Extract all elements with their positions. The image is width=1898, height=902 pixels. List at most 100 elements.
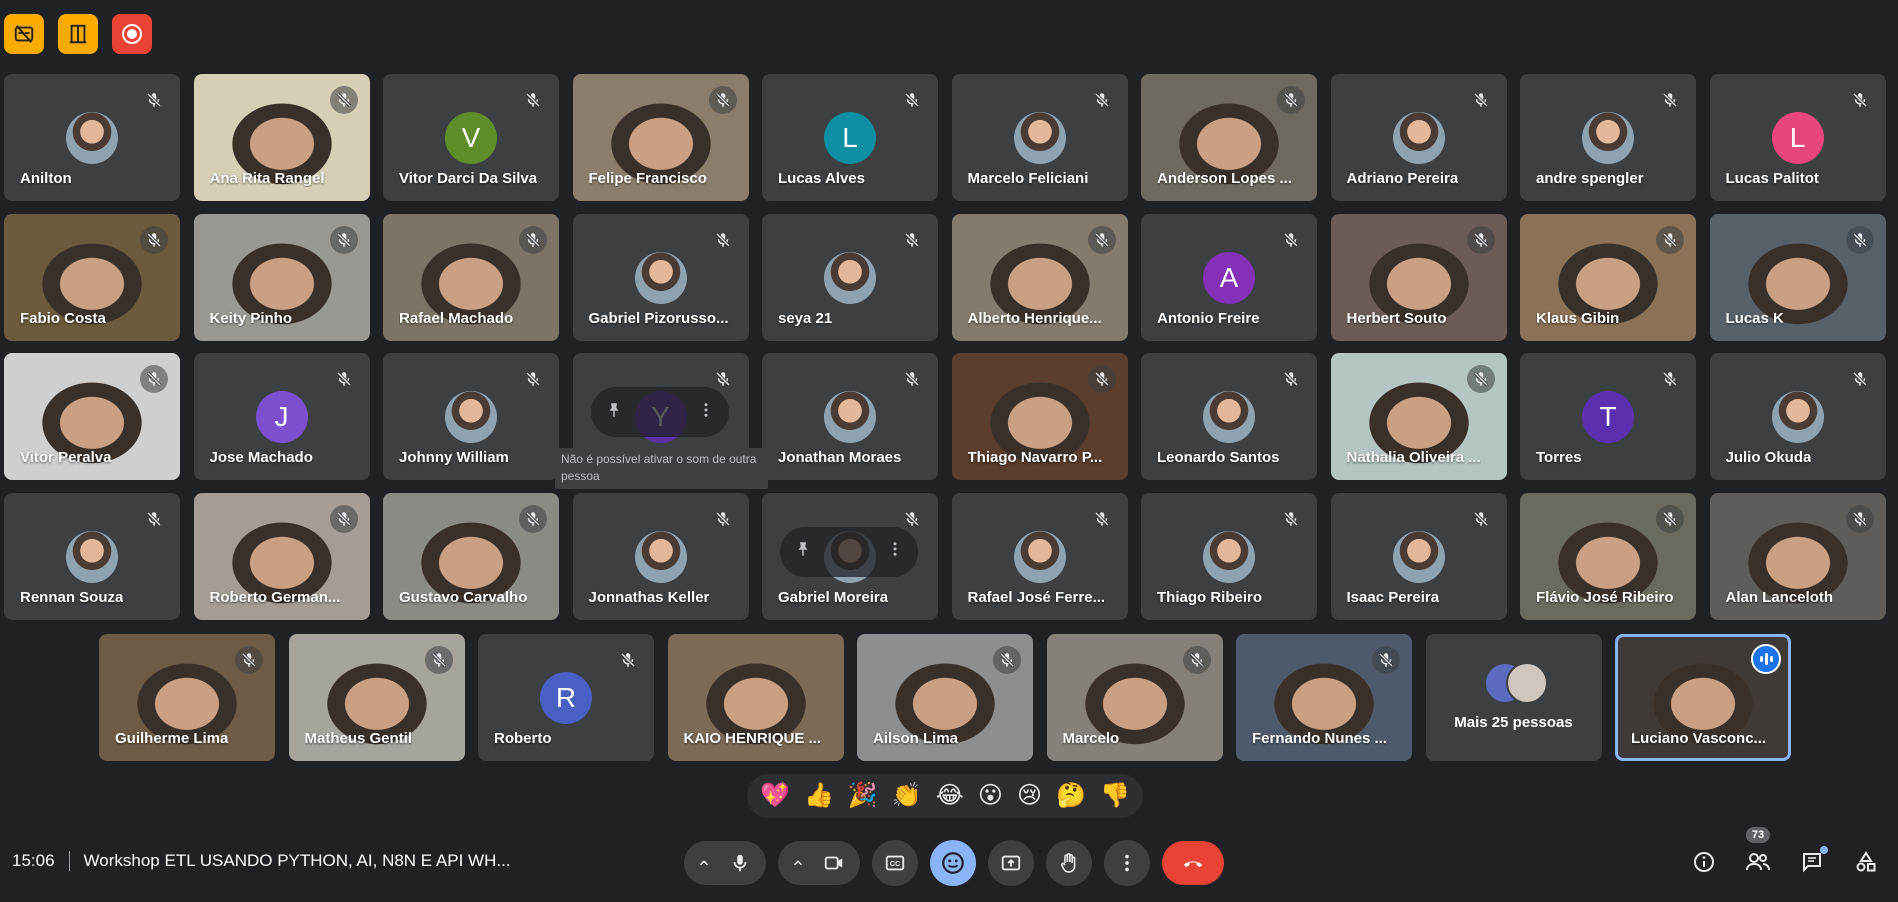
mic-off-icon [1656,365,1684,393]
camera-button[interactable] [814,841,854,885]
participant-tile[interactable]: Ailson Lima [857,634,1033,761]
mic-off-icon [1656,86,1684,114]
mic-off-icon [1467,86,1495,114]
participant-tile[interactable]: Thiago Navarro P... [951,353,1128,480]
participant-tile[interactable]: T Torres [1520,353,1696,480]
participant-tile[interactable]: Ana Rita Rangel [193,74,370,201]
chat-button[interactable] [1796,846,1828,878]
participant-name: Julio Okuda [1725,449,1812,466]
reaction-emoji[interactable]: 👍 [804,784,834,808]
mic-off-icon [1466,365,1495,393]
participant-name: Nathalia Oliveira ... [1346,449,1481,466]
captions-button[interactable]: CC [872,840,918,886]
participant-tile[interactable]: V Vitor Darci Da Silva [383,74,559,201]
present-screen-button[interactable] [988,840,1034,886]
participant-tile[interactable]: Alberto Henrique... [951,213,1128,341]
participant-tile[interactable]: Klaus Gibin [1520,213,1696,341]
participant-tile[interactable]: Gabriel Moreira [762,492,938,620]
mic-off-icon [993,646,1021,674]
participant-tile[interactable]: L Lucas Alves [762,74,938,201]
participant-tile[interactable]: Felipe Francisco [572,74,749,201]
mic-button[interactable] [720,841,760,885]
participant-tile[interactable]: Guilherme Lima [99,634,275,761]
participant-tile[interactable]: Anderson Lopes ... [1141,74,1317,201]
avatar [824,251,876,304]
self-participant-tile[interactable]: Luciano Vasconc... [1615,634,1791,761]
mic-off-icon [898,86,926,114]
participant-tile[interactable]: Gustavo Carvalho [383,492,559,620]
avatar [1013,112,1066,164]
participant-tile[interactable]: Julio Okuda [1709,353,1886,480]
mic-options-button[interactable] [690,841,718,885]
participant-tile[interactable]: Mais 25 pessoas [1425,634,1602,761]
mic-off-icon [614,646,642,674]
participant-tile[interactable]: Nathalia Oliveira ... [1330,353,1507,480]
pin-button[interactable] [794,540,812,563]
mic-off-icon [1372,646,1400,674]
participant-tile[interactable]: Herbert Souto [1330,213,1507,341]
captions-off-icon [14,25,34,43]
participant-tile[interactable]: Fernando Nunes ... [1236,634,1412,761]
meeting-title: Workshop ETL USANDO PYTHON, AI, N8N E AP… [83,851,511,870]
captions-off-button[interactable] [4,14,44,54]
avatar-initial: J [255,391,308,443]
participant-tile[interactable]: Rafael José Ferre... [951,492,1128,620]
camera-options-button[interactable] [784,841,812,885]
reaction-emoji[interactable]: 👏 [892,784,922,808]
participant-tile[interactable]: KAIO HENRIQUE ... [667,634,844,761]
participant-tile[interactable]: seya 21 [762,213,938,341]
raise-hand-button[interactable] [1046,840,1092,886]
participant-tile[interactable]: Marcelo [1046,634,1223,761]
participant-tile[interactable]: A Antonio Freire [1141,213,1317,341]
pin-button[interactable] [605,401,623,424]
participant-tile[interactable]: Johnny William [383,353,559,480]
more-tile-options-button[interactable] [697,401,715,424]
avatar [634,251,687,304]
participant-tile[interactable]: J Jose Machado [193,353,370,480]
reaction-emoji[interactable]: 👎 [1100,784,1130,808]
participant-tile[interactable]: Alan Lanceloth [1709,492,1886,620]
leave-call-button[interactable] [1162,841,1224,885]
participant-tile[interactable]: R Roberto [478,634,654,761]
people-button[interactable]: 73 [1742,827,1774,878]
participant-tile[interactable]: Keity Pinho [193,213,370,341]
more-tile-options-button[interactable] [886,540,904,563]
participant-tile[interactable]: Matheus Gentil [288,634,465,761]
reaction-emoji[interactable]: 😂 [936,784,964,808]
participant-tile[interactable]: L Lucas Palitot [1709,74,1886,201]
reaction-emoji[interactable]: 😢 [1017,784,1042,808]
participant-tile[interactable]: Marcelo Feliciani [951,74,1128,201]
avatar [1392,530,1445,583]
participant-tile[interactable]: Flávio José Ribeiro [1520,492,1696,620]
participant-tile[interactable]: Leonardo Santos [1141,353,1317,480]
participant-tile[interactable]: Isaac Pereira [1330,492,1507,620]
participant-name: Guilherme Lima [115,730,229,747]
participant-tile[interactable]: Roberto German... [193,492,370,620]
participant-tile[interactable]: Vitor Peralva [4,353,180,480]
participant-tile[interactable]: Rennan Souza [4,492,180,620]
camera-control [778,841,860,885]
participant-name: Rafael José Ferre... [967,588,1106,606]
participant-tile[interactable]: Rafael Machado [383,213,559,341]
reaction-emoji[interactable]: 🎉 [848,784,878,808]
participant-tile[interactable]: andre spengler [1520,74,1696,201]
reaction-emoji[interactable]: 💖 [760,784,790,808]
breakout-rooms-button[interactable] [58,14,98,54]
meeting-details-button[interactable] [1688,846,1720,878]
participant-tile[interactable]: Fabio Costa [4,213,180,341]
reactions-button[interactable] [930,840,976,886]
participant-tile[interactable]: Jonathan Moraes [762,353,938,480]
participant-tile[interactable]: Adriano Pereira [1330,74,1507,201]
chat-notification-dot [1820,846,1828,854]
participant-tile[interactable]: Jonnathas Keller [572,492,749,620]
reaction-emoji[interactable]: 😮 [978,784,1003,808]
participant-tile[interactable]: Thiago Ribeiro [1141,492,1317,620]
reaction-emoji[interactable]: 🤔 [1056,784,1086,808]
hand-icon [1061,853,1076,873]
activities-button[interactable] [1850,846,1882,878]
recording-button[interactable] [112,14,152,54]
more-options-button[interactable] [1104,840,1150,886]
participant-tile[interactable]: Lucas K [1709,213,1886,341]
participant-tile[interactable]: Anilton [4,74,180,201]
participant-tile[interactable]: Gabriel Pizorusso... [572,213,749,341]
